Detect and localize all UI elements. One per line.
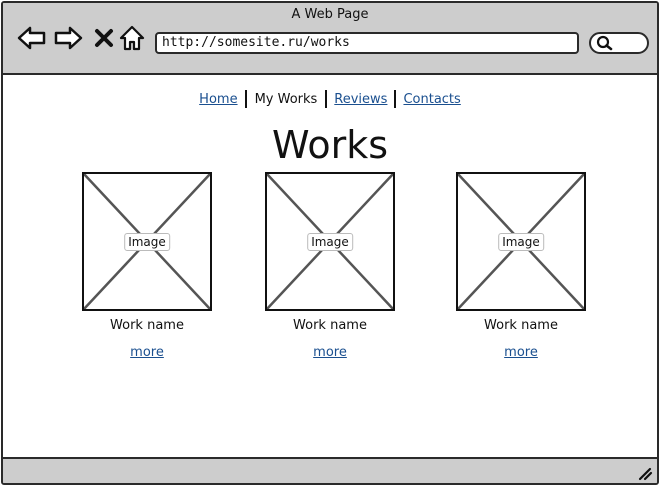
forward-button[interactable] bbox=[53, 23, 83, 53]
top-navigation: Home My Works Reviews Contacts bbox=[3, 90, 657, 108]
work-card: Image Work name more bbox=[82, 172, 212, 360]
work-image-placeholder[interactable]: Image bbox=[265, 172, 395, 311]
more-link[interactable]: more bbox=[62, 345, 232, 360]
window-title: A Web Page bbox=[291, 7, 369, 22]
nav-link-contacts[interactable]: Contacts bbox=[396, 92, 467, 107]
home-button[interactable] bbox=[117, 23, 147, 53]
search-field[interactable] bbox=[589, 32, 649, 54]
home-icon bbox=[119, 25, 145, 51]
more-link[interactable]: more bbox=[245, 345, 415, 360]
resize-grip-icon[interactable] bbox=[637, 465, 653, 481]
nav-link-home[interactable]: Home bbox=[192, 92, 244, 107]
page-title: Works bbox=[271, 123, 389, 167]
work-name: Work name bbox=[110, 318, 184, 333]
back-button[interactable] bbox=[17, 23, 47, 53]
browser-window: A Web Page http://somesite.ru/works Home… bbox=[1, 1, 659, 485]
stop-button[interactable] bbox=[89, 23, 119, 53]
work-image-placeholder[interactable]: Image bbox=[82, 172, 212, 311]
work-card: Image Work name more bbox=[265, 172, 395, 360]
nav-link-reviews[interactable]: Reviews bbox=[327, 92, 394, 107]
close-icon bbox=[95, 29, 113, 47]
forward-arrow-icon bbox=[54, 26, 83, 50]
browser-toolbar: A Web Page http://somesite.ru/works bbox=[3, 3, 657, 75]
work-name: Work name bbox=[484, 318, 558, 333]
work-image-placeholder[interactable]: Image bbox=[456, 172, 586, 311]
nav-current-my-works: My Works bbox=[254, 91, 318, 107]
image-label: Image bbox=[498, 232, 544, 251]
work-name: Work name bbox=[293, 318, 367, 333]
image-label: Image bbox=[124, 232, 170, 251]
more-link[interactable]: more bbox=[436, 345, 606, 360]
work-card: Image Work name more bbox=[456, 172, 586, 360]
page-content: Home My Works Reviews Contacts Works Ima… bbox=[3, 75, 657, 457]
search-icon bbox=[596, 35, 613, 51]
status-bar bbox=[3, 457, 657, 483]
image-label: Image bbox=[307, 232, 353, 251]
back-arrow-icon bbox=[17, 26, 46, 50]
url-input[interactable]: http://somesite.ru/works bbox=[155, 32, 579, 54]
